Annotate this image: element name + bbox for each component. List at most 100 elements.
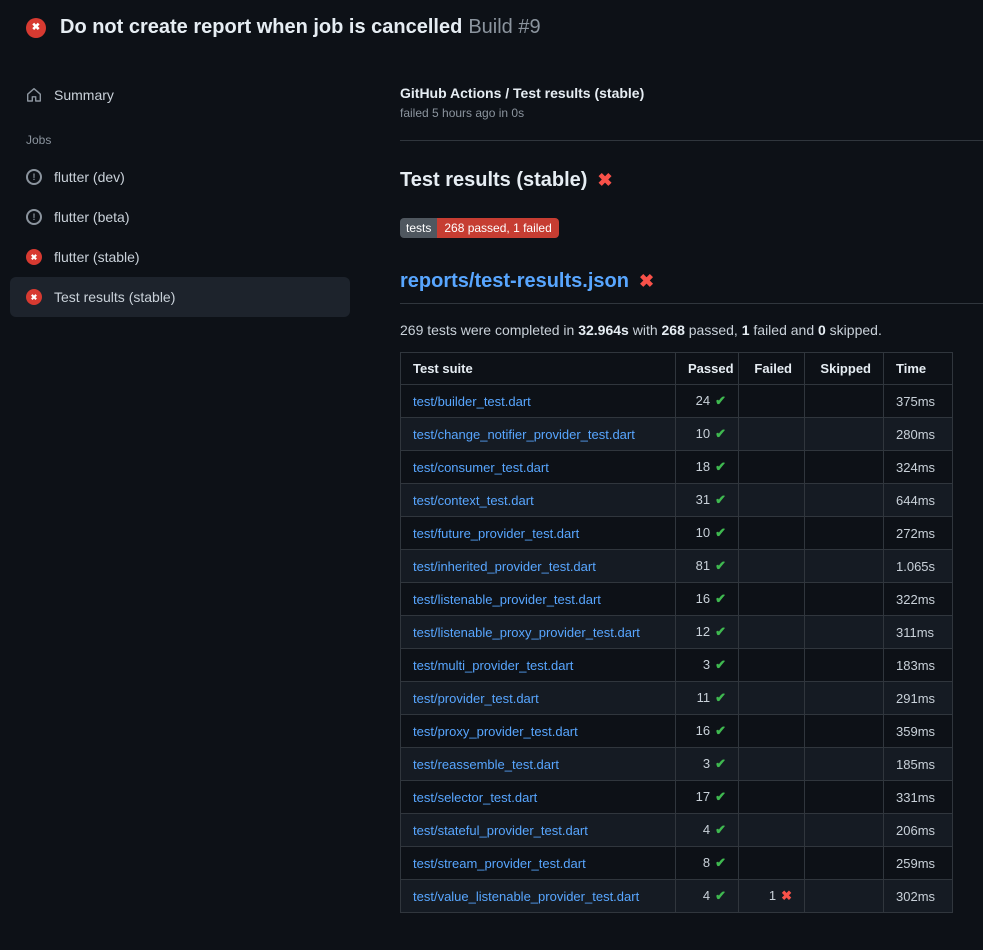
suite-link[interactable]: test/stateful_provider_test.dart: [413, 823, 588, 838]
suite-cell: test/change_notifier_provider_test.dart: [401, 418, 676, 451]
home-icon: [26, 87, 42, 103]
suite-link[interactable]: test/selector_test.dart: [413, 790, 537, 805]
skipped-cell: [805, 583, 884, 616]
table-row: test/context_test.dart31✔644ms: [401, 484, 953, 517]
passed-cell: 18✔: [676, 451, 739, 484]
failed-count: 1: [769, 888, 776, 903]
summary-text: with: [629, 322, 662, 338]
check-icon: ✔: [715, 789, 726, 804]
suite-cell: test/value_listenable_provider_test.dart: [401, 880, 676, 913]
suite-link[interactable]: test/proxy_provider_test.dart: [413, 724, 578, 739]
suite-cell: test/listenable_provider_test.dart: [401, 583, 676, 616]
suite-cell: test/listenable_proxy_provider_test.dart: [401, 616, 676, 649]
failed-cell: [739, 748, 805, 781]
passed-cell: 4✔: [676, 880, 739, 913]
column-header: Skipped: [805, 353, 884, 385]
failed-cell: [739, 715, 805, 748]
sidebar-item-job[interactable]: ! flutter (dev): [10, 157, 350, 197]
check-icon: ✔: [715, 525, 726, 540]
suite-link[interactable]: test/inherited_provider_test.dart: [413, 559, 596, 574]
suite-cell: test/inherited_provider_test.dart: [401, 550, 676, 583]
summary-bold-value: 268: [662, 322, 685, 338]
table-row: test/future_provider_test.dart10✔272ms: [401, 517, 953, 550]
check-icon: ✔: [715, 624, 726, 639]
table-row: test/selector_test.dart17✔331ms: [401, 781, 953, 814]
check-icon: ✔: [715, 855, 726, 870]
failed-cell: [739, 484, 805, 517]
column-header: Time: [884, 353, 953, 385]
time-cell: 311ms: [884, 616, 953, 649]
sidebar-item-summary[interactable]: Summary: [10, 75, 350, 115]
skipped-cell: [805, 814, 884, 847]
passed-count: 11: [697, 690, 711, 705]
passed-cell: 10✔: [676, 418, 739, 451]
x-circle-icon: ✖: [26, 289, 42, 305]
time-cell: 272ms: [884, 517, 953, 550]
failed-cell: 1✖: [739, 880, 805, 913]
badge-label: tests: [400, 218, 437, 238]
skipped-cell: [805, 847, 884, 880]
failed-cell: [739, 583, 805, 616]
summary-text: failed and: [750, 322, 819, 338]
summary-bold-value: 0: [818, 322, 826, 338]
suite-link[interactable]: test/listenable_proxy_provider_test.dart: [413, 625, 640, 640]
table-row: test/stream_provider_test.dart8✔259ms: [401, 847, 953, 880]
suite-link[interactable]: test/stream_provider_test.dart: [413, 856, 586, 871]
failed-cell: [739, 682, 805, 715]
failed-cell: [739, 781, 805, 814]
summary-text: passed,: [685, 322, 742, 338]
x-icon: ✖: [639, 271, 654, 292]
suite-link[interactable]: test/consumer_test.dart: [413, 460, 549, 475]
skipped-cell: [805, 781, 884, 814]
suite-link[interactable]: test/listenable_provider_test.dart: [413, 592, 601, 607]
passed-count: 10: [696, 426, 710, 441]
table-row: test/multi_provider_test.dart3✔183ms: [401, 649, 953, 682]
main-content: GitHub Actions / Test results (stable) f…: [350, 49, 983, 913]
time-cell: 359ms: [884, 715, 953, 748]
passed-cell: 81✔: [676, 550, 739, 583]
check-icon: ✔: [715, 393, 726, 408]
sidebar-item-job[interactable]: ✖Test results (stable): [10, 277, 350, 317]
suite-link[interactable]: test/builder_test.dart: [413, 394, 531, 409]
suite-link[interactable]: test/value_listenable_provider_test.dart: [413, 889, 639, 904]
suite-link[interactable]: test/change_notifier_provider_test.dart: [413, 427, 635, 442]
suite-link[interactable]: test/reassemble_test.dart: [413, 757, 559, 772]
passed-cell: 8✔: [676, 847, 739, 880]
x-icon: ✖: [597, 170, 612, 191]
table-row: test/inherited_provider_test.dart81✔1.06…: [401, 550, 953, 583]
alert-circle-icon: !: [26, 169, 42, 185]
skipped-cell: [805, 550, 884, 583]
time-cell: 324ms: [884, 451, 953, 484]
report-heading: reports/test-results.json ✖: [400, 270, 983, 304]
failed-cell: [739, 814, 805, 847]
report-link[interactable]: reports/test-results.json: [400, 270, 629, 293]
suite-link[interactable]: test/provider_test.dart: [413, 691, 539, 706]
summary-bold-value: 1: [742, 322, 750, 338]
table-row: test/change_notifier_provider_test.dart 1…: [401, 418, 953, 451]
passed-cell: 3✔: [676, 748, 739, 781]
table-row: test/listenable_proxy_provider_test.dart…: [401, 616, 953, 649]
badge-value: 268 passed, 1 failed: [437, 218, 558, 238]
passed-count: 16: [696, 723, 710, 738]
passed-cell: 16✔: [676, 583, 739, 616]
failed-cell: [739, 418, 805, 451]
suite-link[interactable]: test/multi_provider_test.dart: [413, 658, 573, 673]
suite-link[interactable]: test/future_provider_test.dart: [413, 526, 579, 541]
skipped-cell: [805, 649, 884, 682]
sidebar-item-label: flutter (dev): [54, 169, 125, 185]
sidebar-item-job[interactable]: ✖flutter (stable): [10, 237, 350, 277]
suite-link[interactable]: test/context_test.dart: [413, 493, 534, 508]
suite-cell: test/consumer_test.dart: [401, 451, 676, 484]
failed-cell: [739, 451, 805, 484]
passed-count: 8: [703, 855, 710, 870]
passed-cell: 4✔: [676, 814, 739, 847]
passed-count: 18: [696, 459, 710, 474]
table-row: test/consumer_test.dart 18✔ 324ms: [401, 451, 953, 484]
time-cell: 331ms: [884, 781, 953, 814]
failed-cell: [739, 616, 805, 649]
sidebar-item-job[interactable]: !flutter (beta): [10, 197, 350, 237]
section-title-row: Test results (stable) ✖: [400, 169, 983, 192]
column-header: Test suite: [401, 353, 676, 385]
summary-text: skipped.: [826, 322, 882, 338]
failed-status-icon: ✖: [26, 18, 46, 38]
